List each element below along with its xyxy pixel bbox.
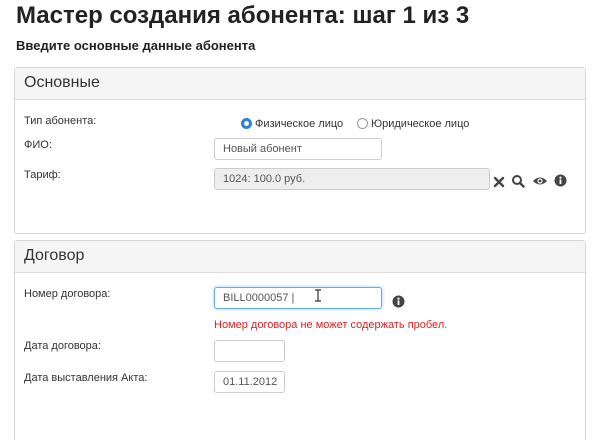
contract-number-label: Номер договора: — [24, 288, 111, 300]
act-date-input[interactable]: 01.11.2012 — [214, 371, 285, 393]
tariff-field: 1024: 100.0 руб. — [214, 168, 490, 190]
main-panel-heading: Основные — [15, 68, 585, 100]
text-cursor-icon — [314, 289, 322, 302]
contract-number-error: Номер договора не может содержать пробел… — [214, 319, 448, 331]
tariff-actions — [493, 172, 567, 190]
fio-input[interactable]: Новый абонент — [214, 138, 382, 160]
contract-number-input[interactable]: BILL0000057 | — [214, 287, 382, 309]
contract-number-info-icon[interactable] — [392, 295, 405, 308]
radio-individual-label: Физическое лицо — [255, 117, 344, 130]
act-date-label: Дата выставления Акта: — [24, 372, 148, 384]
main-panel: Основные Тип абонента: Физическое лицо Ю… — [14, 67, 586, 234]
radio-option-individual[interactable]: Физическое лицо — [241, 115, 343, 133]
subscriber-type-label: Тип абонента: — [24, 115, 97, 127]
radio-legal-label: Юридическое лицо — [371, 117, 470, 130]
page-subtitle: Введите основные данные абонента — [16, 38, 256, 53]
radio-individual[interactable] — [241, 118, 252, 130]
fio-label: ФИО: — [24, 139, 52, 151]
contract-date-input[interactable] — [214, 340, 285, 362]
radio-legal[interactable] — [357, 118, 368, 130]
info-icon[interactable] — [554, 174, 567, 187]
clear-icon[interactable] — [493, 175, 505, 187]
radio-option-legal[interactable]: Юридическое лицо — [357, 115, 469, 133]
contract-date-label: Дата договора: — [24, 340, 101, 352]
tariff-label: Тариф: — [24, 169, 61, 181]
eye-icon[interactable] — [532, 174, 548, 188]
search-icon[interactable] — [511, 174, 526, 188]
page-title: Мастер создания абонента: шаг 1 из 3 — [16, 2, 470, 29]
contract-panel: Договор Номер договора: BILL0000057 | Но… — [14, 240, 586, 440]
contract-panel-heading: Договор — [15, 241, 585, 273]
